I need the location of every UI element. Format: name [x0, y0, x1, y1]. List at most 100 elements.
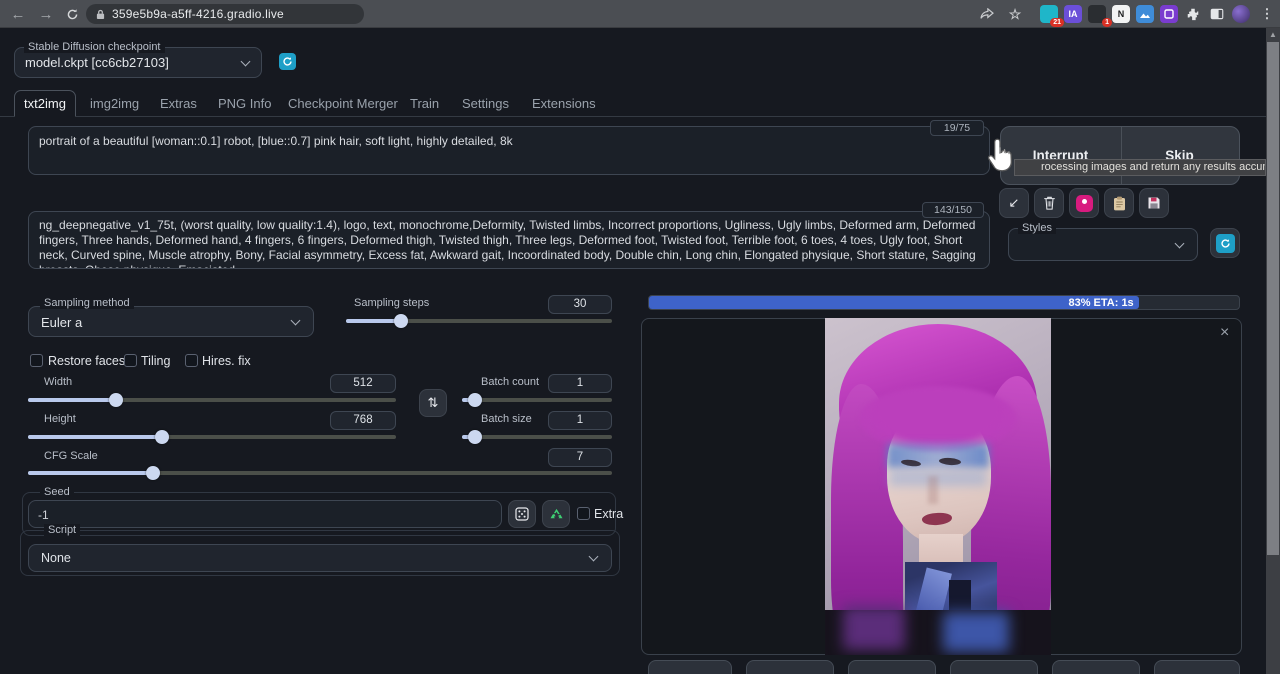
- height-label: Height: [40, 413, 80, 425]
- sampling-steps-slider[interactable]: [346, 319, 612, 323]
- send-to-inpaint-button[interactable]: [1052, 660, 1140, 674]
- seed-input[interactable]: -1: [28, 500, 502, 528]
- browser-menu-icon[interactable]: ⋮: [1258, 5, 1276, 23]
- slider-handle[interactable]: [394, 314, 408, 328]
- browser-toolbar: ← → 359e5b9a-a5ff-4216.gradio.live ☆ 21 …: [0, 0, 1280, 28]
- checkpoint-refresh-button[interactable]: [279, 53, 296, 70]
- clear-prompt-button[interactable]: [1034, 188, 1064, 218]
- sampling-method-label: Sampling method: [40, 297, 134, 309]
- scrollbar-up-icon[interactable]: ▲: [1269, 30, 1277, 39]
- batch-size-value[interactable]: 1: [548, 411, 612, 430]
- negative-prompt-text: ng_deepnegative_v1_75t, (worst quality, …: [39, 218, 976, 269]
- tab-png-info[interactable]: PNG Info: [218, 96, 271, 111]
- share-icon[interactable]: [978, 5, 996, 23]
- open-folder-button[interactable]: [648, 660, 732, 674]
- swap-dimensions-button[interactable]: ⇅: [419, 389, 447, 417]
- refresh-icon: [1216, 234, 1235, 253]
- url-text: 359e5b9a-a5ff-4216.gradio.live: [112, 7, 284, 21]
- extension-teal-icon[interactable]: 21: [1040, 5, 1058, 23]
- chevron-down-icon: [1175, 239, 1185, 249]
- script-dropdown[interactable]: None: [28, 544, 612, 572]
- width-slider[interactable]: [28, 398, 396, 402]
- close-icon[interactable]: ×: [1220, 324, 1229, 342]
- trash-icon: [1043, 196, 1056, 210]
- paste-parameters-button[interactable]: ↙: [999, 188, 1029, 218]
- tabs-underline: [0, 116, 1266, 117]
- tab-checkpoint-merger[interactable]: Checkpoint Merger: [288, 96, 398, 111]
- styles-label: Styles: [1018, 222, 1056, 234]
- browser-back-icon[interactable]: ←: [8, 4, 28, 24]
- script-value: None: [41, 551, 71, 565]
- interrupt-tooltip: rocessing images and return any results …: [1014, 159, 1266, 176]
- tiling-label: Tiling: [141, 354, 170, 368]
- collar-box: [949, 580, 971, 610]
- slider-handle[interactable]: [468, 430, 482, 444]
- tab-img2img[interactable]: img2img: [90, 96, 139, 111]
- tab-extensions[interactable]: Extensions: [532, 96, 596, 111]
- sampling-steps-label: Sampling steps: [350, 297, 433, 309]
- zip-button[interactable]: [848, 660, 936, 674]
- profile-avatar[interactable]: [1232, 5, 1250, 23]
- page-scrollbar[interactable]: ▲: [1266, 28, 1280, 674]
- extensions-puzzle-icon[interactable]: [1184, 5, 1202, 23]
- chevron-down-icon: [589, 552, 599, 562]
- tiling-checkbox[interactable]: [124, 354, 137, 367]
- extra-seed-checkbox[interactable]: [577, 507, 590, 520]
- width-value[interactable]: 512: [330, 374, 396, 393]
- save-button[interactable]: [746, 660, 834, 674]
- height-value[interactable]: 768: [330, 411, 396, 430]
- scrollbar-thumb[interactable]: [1267, 42, 1279, 555]
- extension-ia-icon[interactable]: IA: [1064, 5, 1082, 23]
- batch-count-slider[interactable]: [462, 398, 612, 402]
- sampling-method-dropdown[interactable]: Euler a: [28, 306, 314, 337]
- send-to-extras-button[interactable]: [1154, 660, 1240, 674]
- bookmark-star-icon[interactable]: ☆: [1006, 5, 1024, 23]
- tab-extras[interactable]: Extras: [160, 96, 197, 111]
- slider-handle[interactable]: [155, 430, 169, 444]
- extension-image-icon[interactable]: [1136, 5, 1154, 23]
- batch-count-value[interactable]: 1: [548, 374, 612, 393]
- tab-train[interactable]: Train: [410, 96, 439, 111]
- height-slider[interactable]: [28, 435, 396, 439]
- browser-forward-icon[interactable]: →: [36, 4, 56, 24]
- address-bar[interactable]: 359e5b9a-a5ff-4216.gradio.live: [86, 4, 364, 24]
- tab-txt2img[interactable]: txt2img: [14, 90, 76, 117]
- random-seed-button[interactable]: [508, 500, 536, 528]
- seed-label: Seed: [40, 486, 74, 498]
- negative-token-counter: 143/150: [922, 202, 984, 218]
- chevron-down-icon: [241, 57, 251, 67]
- side-panel-icon[interactable]: [1208, 5, 1226, 23]
- extension-dark-icon[interactable]: 1: [1088, 5, 1106, 23]
- save-style-button[interactable]: [1139, 188, 1169, 218]
- slider-handle[interactable]: [146, 466, 160, 480]
- tab-settings[interactable]: Settings: [462, 96, 509, 111]
- negative-prompt-textarea[interactable]: ng_deepnegative_v1_75t, (worst quality, …: [28, 211, 990, 269]
- lock-icon: [96, 9, 105, 20]
- restore-faces-checkbox[interactable]: [30, 354, 43, 367]
- apply-style-button[interactable]: [1104, 188, 1134, 218]
- prompt-textarea[interactable]: portrait of a beautiful [woman::0.1] rob…: [28, 126, 990, 175]
- save-icon: [1147, 196, 1161, 210]
- batch-size-label: Batch size: [477, 413, 536, 425]
- slider-handle[interactable]: [468, 393, 482, 407]
- stable-diffusion-webui-screen: ← → 359e5b9a-a5ff-4216.gradio.live ☆ 21 …: [0, 0, 1280, 674]
- batch-size-slider[interactable]: [462, 435, 612, 439]
- extension-office-icon[interactable]: [1160, 5, 1178, 23]
- send-to-img2img-button[interactable]: [950, 660, 1038, 674]
- shoulder-glow-left: [843, 606, 905, 650]
- sampling-steps-value[interactable]: 30: [548, 295, 612, 314]
- slider-handle[interactable]: [109, 393, 123, 407]
- under-eye-glow: [889, 470, 987, 486]
- styles-refresh-button[interactable]: [1210, 228, 1240, 258]
- hires-fix-checkbox[interactable]: [185, 354, 198, 367]
- browser-reload-icon[interactable]: [62, 4, 82, 24]
- cfg-scale-value[interactable]: 7: [548, 448, 612, 467]
- restore-faces-label: Restore faces: [48, 354, 125, 368]
- extra-networks-button[interactable]: [1069, 188, 1099, 218]
- generated-image-preview[interactable]: [825, 318, 1051, 655]
- extension-notion-icon[interactable]: N: [1112, 5, 1130, 23]
- cfg-scale-slider[interactable]: [28, 471, 612, 475]
- checkpoint-label: Stable Diffusion checkpoint: [24, 41, 165, 53]
- hair-bangs: [859, 386, 1017, 452]
- reuse-seed-button[interactable]: [542, 500, 570, 528]
